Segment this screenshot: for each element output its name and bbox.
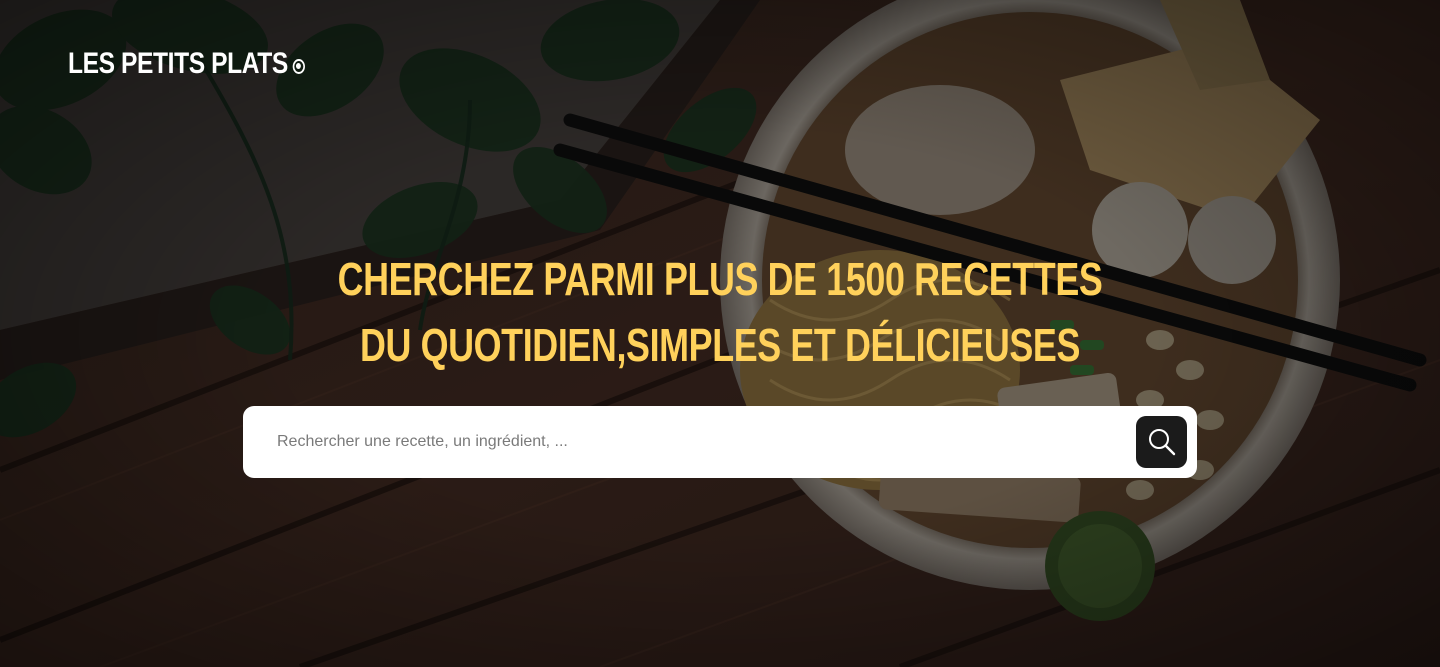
hero-headline: CHERCHEZ PARMI PLUS DE 1500 RECETTES DU … [0, 246, 1440, 378]
search-button[interactable] [1136, 416, 1187, 468]
headline-line-1: CHERCHEZ PARMI PLUS DE 1500 RECETTES [337, 253, 1103, 305]
search-input[interactable] [277, 422, 1117, 462]
site-logo[interactable]: LES PETITS PLATS [68, 44, 306, 84]
headline-line-2: DU QUOTIDIEN,SIMPLES ET DÉLICIEUSES [360, 319, 1080, 371]
search-bar [243, 406, 1197, 478]
circle-dot-icon [292, 59, 306, 74]
logo-text: LES PETITS PLATS [68, 47, 288, 80]
hero-section: LES PETITS PLATS CHERCHEZ PARMI PLUS DE … [0, 0, 1440, 667]
search-icon [1148, 429, 1175, 456]
